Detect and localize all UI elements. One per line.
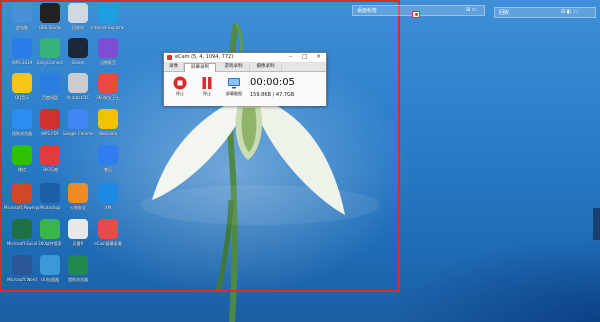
stop-button[interactable]: 停止 bbox=[170, 75, 190, 101]
recording-timer: 00:00:05 bbox=[250, 77, 295, 88]
powerpoint-icon bbox=[12, 183, 32, 203]
tab-record[interactable]: 录像 bbox=[164, 63, 184, 71]
desktop-shortcut-label: 360压缩 bbox=[42, 167, 58, 172]
minimize-button[interactable]: – bbox=[289, 53, 292, 61]
xunlei-player-icon bbox=[98, 38, 118, 58]
easyconnect-icon bbox=[40, 38, 60, 58]
desktop-shortcut-label: WeGame bbox=[98, 131, 118, 136]
desktop-shortcut[interactable]: 猎豹浏览器 bbox=[60, 255, 96, 295]
360-security-icon bbox=[98, 73, 118, 93]
ie-icon bbox=[98, 3, 118, 23]
desktop-shortcut[interactable]: Internet Explorer bbox=[90, 3, 126, 43]
360-zip-icon bbox=[40, 145, 60, 165]
desktop-shortcut[interactable]: 迅雷影音 bbox=[90, 38, 126, 78]
word-icon bbox=[12, 255, 32, 275]
excel-icon bbox=[12, 219, 32, 239]
obs-icon bbox=[40, 3, 60, 23]
recorder-panel: 停止 停止 屏幕截图 00:00:05 159.8KB / 47.7GB bbox=[164, 72, 326, 106]
desktop-wallpaper: 此电脑 OBS Studio 回收站 Internet Explorer WPS 201… bbox=[0, 0, 600, 322]
tab-game-record[interactable]: 游戏录制 bbox=[218, 63, 250, 71]
liebao-icon bbox=[68, 255, 88, 275]
window-title: eCam (5, 4, 1094, 772) bbox=[175, 54, 234, 60]
desktop-shortcut[interactable]: 360安全卫士 bbox=[90, 73, 126, 113]
mode-tabs: 录像 屏幕录制 游戏录制 摄像录制 bbox=[164, 63, 326, 72]
desktop-shortcut-label: eCam屏幕录像 bbox=[94, 241, 122, 246]
wps-icon bbox=[12, 38, 32, 58]
uu-booster-icon bbox=[40, 255, 60, 275]
baidu-netdisk-icon bbox=[40, 73, 60, 93]
wegame-icon bbox=[98, 109, 118, 129]
recycle-widget[interactable]: 回收 ⊟ ◧ ▭ bbox=[494, 7, 596, 18]
steam-icon bbox=[68, 38, 88, 58]
desktop-shortcut-label: 猎豹浏览器 bbox=[68, 277, 88, 282]
side-panel-handle[interactable] bbox=[593, 208, 600, 240]
desktop-shortcut[interactable]: eCam屏幕录像 bbox=[90, 219, 126, 259]
ecam-app-icon bbox=[167, 55, 172, 60]
record-indicator-icon[interactable] bbox=[412, 11, 420, 18]
sogou-browser-icon bbox=[12, 109, 32, 129]
photoshop-icon bbox=[40, 183, 60, 203]
desktop-shortcut-label: XM bbox=[104, 205, 112, 210]
desktop-shortcut-label: 笔记 bbox=[104, 167, 112, 172]
qq-music-icon bbox=[12, 73, 32, 93]
maximize-button[interactable]: □ bbox=[302, 53, 308, 61]
ecam-window: eCam (5, 4, 1094, 772) – □ × 录像 屏幕录制 游戏录… bbox=[163, 52, 327, 106]
wps-pdf-icon bbox=[40, 109, 60, 129]
desktop-shortcut-label: 360安全卫士 bbox=[96, 95, 120, 100]
desktop-shortcut[interactable]: WeGame bbox=[90, 109, 126, 149]
tab-camera-record[interactable]: 摄像录制 bbox=[250, 63, 282, 71]
ecam-desktop-icon bbox=[98, 219, 118, 239]
tab-screen-record[interactable]: 屏幕录制 bbox=[184, 63, 216, 72]
window-titlebar[interactable]: eCam (5, 4, 1094, 772) – □ × bbox=[164, 53, 326, 63]
close-button[interactable]: × bbox=[316, 53, 321, 61]
pause-icon bbox=[202, 77, 212, 89]
xm-icon bbox=[98, 183, 118, 203]
file-size-readout: 159.8KB / 47.7GB bbox=[250, 92, 295, 98]
360-software-icon bbox=[40, 219, 60, 239]
widget-title: 回收 bbox=[499, 10, 510, 16]
desktop-shortcut-label: 迅雷影音 bbox=[100, 60, 116, 65]
monitor-icon bbox=[228, 78, 240, 89]
widget-title: 桌面标签 bbox=[357, 8, 378, 14]
huorong-icon bbox=[68, 183, 88, 203]
acrobat-icon bbox=[68, 73, 88, 93]
note-icon bbox=[98, 145, 118, 165]
desktop-shortcut[interactable]: 360压缩 bbox=[32, 145, 68, 185]
stop-label: 停止 bbox=[176, 91, 184, 96]
pause-label: 停止 bbox=[203, 91, 211, 96]
desktop-shortcut[interactable]: XM bbox=[90, 183, 126, 223]
this-pc-icon bbox=[12, 3, 32, 23]
desktop-shortcut-label: Internet Explorer bbox=[91, 25, 125, 30]
widget-controls[interactable]: ⊟ ◧ ▭ bbox=[561, 9, 578, 15]
desktop-shortcut[interactable]: 笔记 bbox=[90, 145, 126, 185]
chrome-icon bbox=[68, 109, 88, 129]
widget-controls[interactable]: ⊞ ▭ bbox=[466, 7, 477, 13]
wechat-icon bbox=[12, 145, 32, 165]
stop-record-icon bbox=[173, 76, 187, 90]
pause-button[interactable]: 停止 bbox=[197, 75, 217, 101]
thunder-icon bbox=[68, 219, 88, 239]
screenshot-button[interactable]: 屏幕截图 bbox=[224, 75, 244, 101]
recycle-bin-icon bbox=[68, 3, 88, 23]
screenshot-label: 屏幕截图 bbox=[226, 91, 242, 96]
